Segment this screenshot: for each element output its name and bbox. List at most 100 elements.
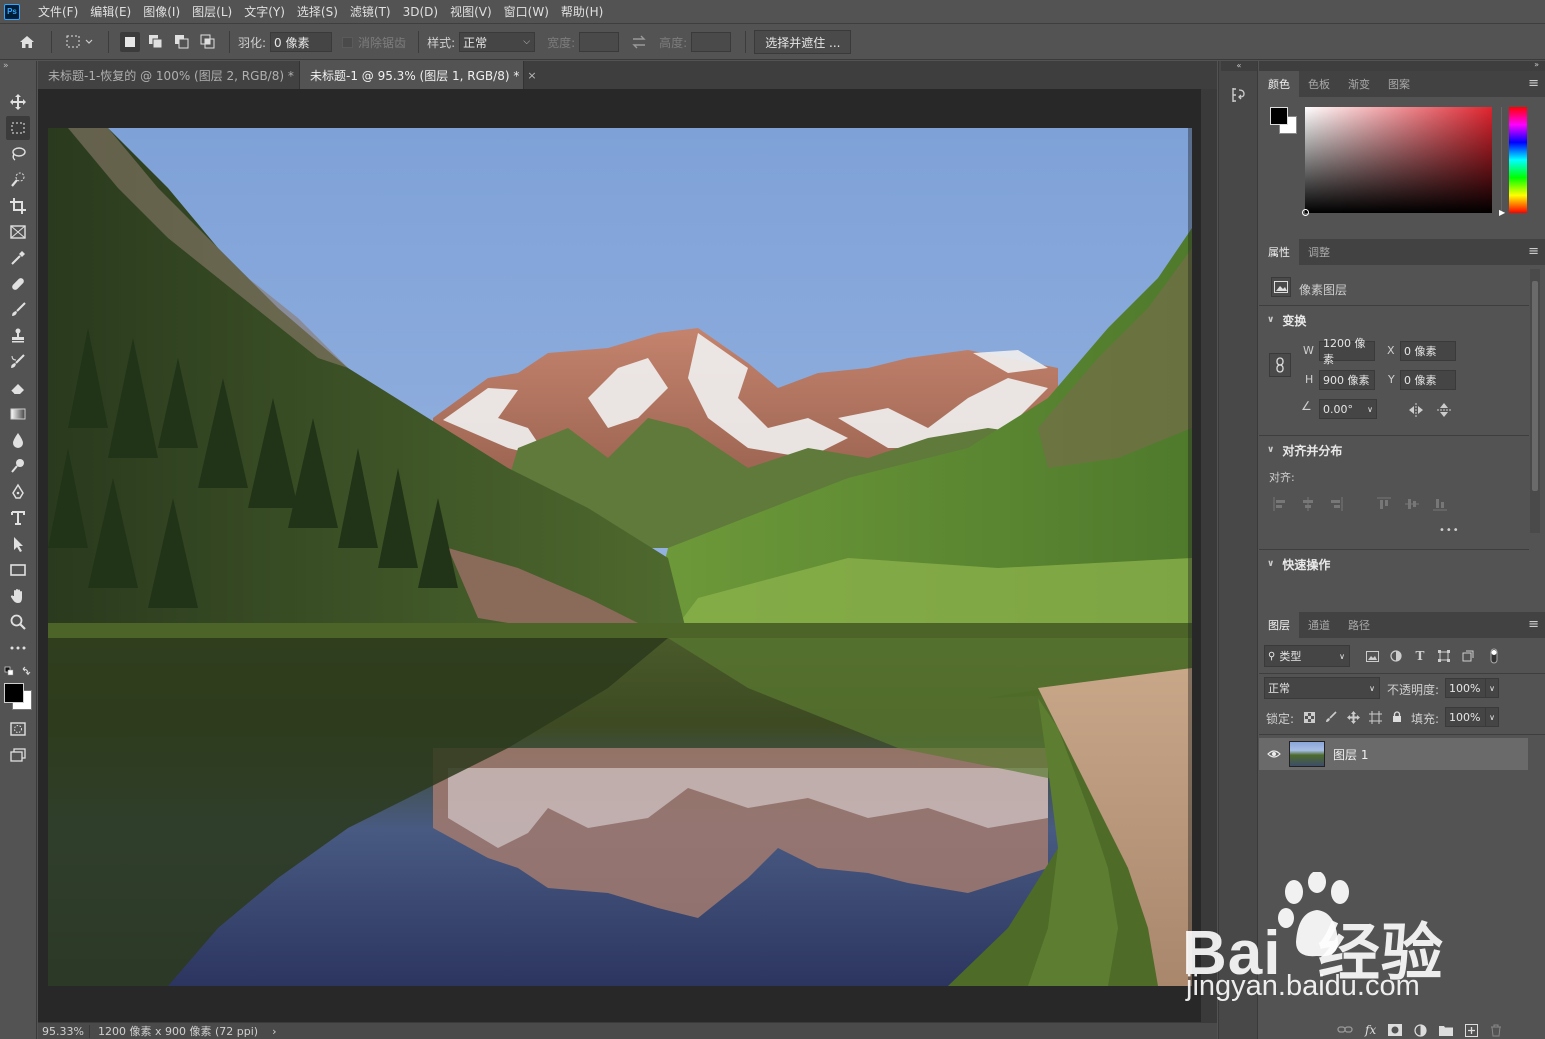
align-bottom-button[interactable] <box>1431 495 1449 513</box>
frame-tool[interactable] <box>6 220 30 244</box>
filter-pixel-button[interactable] <box>1363 647 1381 665</box>
menu-filter[interactable]: 滤镜(T) <box>344 0 397 24</box>
dodge-tool[interactable] <box>6 454 30 478</box>
scrollbar-thumb[interactable] <box>1532 281 1538 491</box>
tab-document-active[interactable]: 未标题-1 @ 95.3% (图层 1, RGB/8) * × <box>300 61 537 89</box>
trash-icon[interactable] <box>1490 1024 1502 1037</box>
height-input[interactable]: 900 像素 <box>1319 370 1375 390</box>
antialias-checkbox[interactable]: 消除锯齿 <box>342 34 410 51</box>
y-input[interactable]: 0 像素 <box>1400 370 1456 390</box>
opacity-input[interactable]: 100% <box>1445 678 1487 698</box>
close-icon[interactable]: × <box>527 69 536 82</box>
filter-adjustment-button[interactable] <box>1387 647 1405 665</box>
saturation-value-field[interactable] <box>1302 107 1492 216</box>
hand-tool[interactable] <box>6 584 30 608</box>
menu-layer[interactable]: 图层(L) <box>186 0 238 24</box>
tab-properties[interactable]: 属性 <box>1259 239 1299 265</box>
filter-shape-button[interactable] <box>1435 647 1453 665</box>
history-brush-tool[interactable] <box>6 350 30 374</box>
collapse-toolbar-icon[interactable]: » <box>3 61 9 71</box>
panel-menu-icon[interactable]: ≡ <box>1528 77 1539 90</box>
x-input[interactable]: 0 像素 <box>1400 341 1456 361</box>
eraser-tool[interactable] <box>6 376 30 400</box>
quick-selection-tool[interactable] <box>6 168 30 192</box>
filter-toggle-button[interactable] <box>1487 647 1501 665</box>
transform-section-header[interactable]: ∨ 变换 <box>1259 307 1306 333</box>
collapse-strip-icon[interactable]: « <box>1221 61 1257 71</box>
fill-input[interactable]: 100% <box>1445 707 1487 727</box>
healing-brush-tool[interactable] <box>6 272 30 296</box>
menu-3d[interactable]: 3D(D) <box>397 0 444 24</box>
home-button[interactable] <box>14 32 40 52</box>
rectangular-marquee-tool[interactable] <box>6 116 30 140</box>
brush-tool[interactable] <box>6 298 30 322</box>
tab-swatches[interactable]: 色板 <box>1299 71 1339 97</box>
menu-file[interactable]: 文件(F) <box>32 0 84 24</box>
quick-mask-button[interactable] <box>6 717 30 741</box>
lock-all-button[interactable] <box>1388 708 1406 726</box>
history-panel-button[interactable] <box>1229 85 1249 105</box>
layer-visibility-toggle[interactable] <box>1259 749 1289 759</box>
adjustment-layer-icon[interactable] <box>1414 1023 1427 1037</box>
clone-stamp-tool[interactable] <box>6 324 30 348</box>
intersect-selection-button[interactable] <box>198 32 218 52</box>
screen-mode-button[interactable] <box>6 743 30 767</box>
fx-icon[interactable]: fx <box>1365 1023 1376 1037</box>
angle-input[interactable]: 0.00° ∨ <box>1319 399 1377 419</box>
lock-pixels-button[interactable] <box>1322 708 1340 726</box>
menu-image[interactable]: 图像(I) <box>137 0 186 24</box>
lock-position-button[interactable] <box>1344 708 1362 726</box>
collapse-panels-icon[interactable]: » <box>1534 60 1539 69</box>
align-right-button[interactable] <box>1327 495 1345 513</box>
layer-filter-select[interactable]: ⚲ 类型 ∨ <box>1264 645 1350 667</box>
more-tools-button[interactable] <box>6 636 30 660</box>
rectangle-tool[interactable] <box>6 558 30 582</box>
default-colors-button[interactable] <box>4 665 32 679</box>
tab-gradients[interactable]: 渐变 <box>1339 71 1379 97</box>
fill-dropdown-icon[interactable]: ∨ <box>1485 707 1499 727</box>
opacity-dropdown-icon[interactable]: ∨ <box>1485 678 1499 698</box>
flip-vertical-button[interactable] <box>1435 401 1453 419</box>
subtract-selection-button[interactable] <box>172 32 192 52</box>
canvas-vertical-scrollbar[interactable] <box>1201 89 1217 1022</box>
foreground-color-swatch[interactable] <box>1270 107 1288 125</box>
tab-color[interactable]: 颜色 <box>1259 71 1299 97</box>
eyedropper-tool[interactable] <box>6 246 30 270</box>
new-selection-button[interactable] <box>120 32 140 52</box>
menu-type[interactable]: 文字(Y) <box>238 0 291 24</box>
canvas-area[interactable] <box>38 89 1217 1022</box>
blur-tool[interactable] <box>6 428 30 452</box>
gradient-tool[interactable] <box>6 402 30 426</box>
color-picker-handle[interactable] <box>1302 209 1309 216</box>
style-select[interactable]: 正常 ⌵ <box>459 32 536 52</box>
pen-tool[interactable] <box>6 480 30 504</box>
quick-actions-section-header[interactable]: ∨ 快速操作 <box>1259 551 1330 577</box>
blend-mode-select[interactable]: 正常 ∨ <box>1264 677 1380 699</box>
zoom-level[interactable]: 95.33% <box>38 1024 90 1038</box>
path-selection-tool[interactable] <box>6 532 30 556</box>
link-layers-icon[interactable] <box>1337 1024 1353 1036</box>
align-left-button[interactable] <box>1271 495 1289 513</box>
properties-scrollbar[interactable] <box>1530 269 1540 533</box>
layer-mask-icon[interactable] <box>1388 1024 1403 1036</box>
filter-type-icon[interactable]: T <box>1411 647 1429 665</box>
document-canvas-photo[interactable] <box>48 128 1192 986</box>
panel-menu-icon[interactable]: ≡ <box>1528 245 1539 258</box>
feather-input[interactable]: 0 像素 <box>270 32 333 52</box>
lock-artboard-button[interactable] <box>1366 708 1384 726</box>
align-top-button[interactable] <box>1375 495 1393 513</box>
menu-window[interactable]: 窗口(W) <box>498 0 555 24</box>
flip-horizontal-button[interactable] <box>1407 401 1425 419</box>
menu-help[interactable]: 帮助(H) <box>555 0 609 24</box>
menu-select[interactable]: 选择(S) <box>291 0 344 24</box>
menu-edit[interactable]: 编辑(E) <box>84 0 137 24</box>
foreground-color-swatch[interactable] <box>4 683 24 703</box>
width-input[interactable] <box>579 32 620 52</box>
new-layer-icon[interactable] <box>1465 1023 1479 1037</box>
more-options-icon[interactable]: ••• <box>1439 525 1460 536</box>
tool-preset-picker[interactable] <box>63 32 97 52</box>
folder-icon[interactable] <box>1439 1024 1454 1036</box>
tab-channels[interactable]: 通道 <box>1299 612 1339 638</box>
layer-name[interactable]: 图层 1 <box>1333 746 1368 763</box>
select-and-mask-button[interactable]: 选择并遮住 ... <box>754 30 852 54</box>
